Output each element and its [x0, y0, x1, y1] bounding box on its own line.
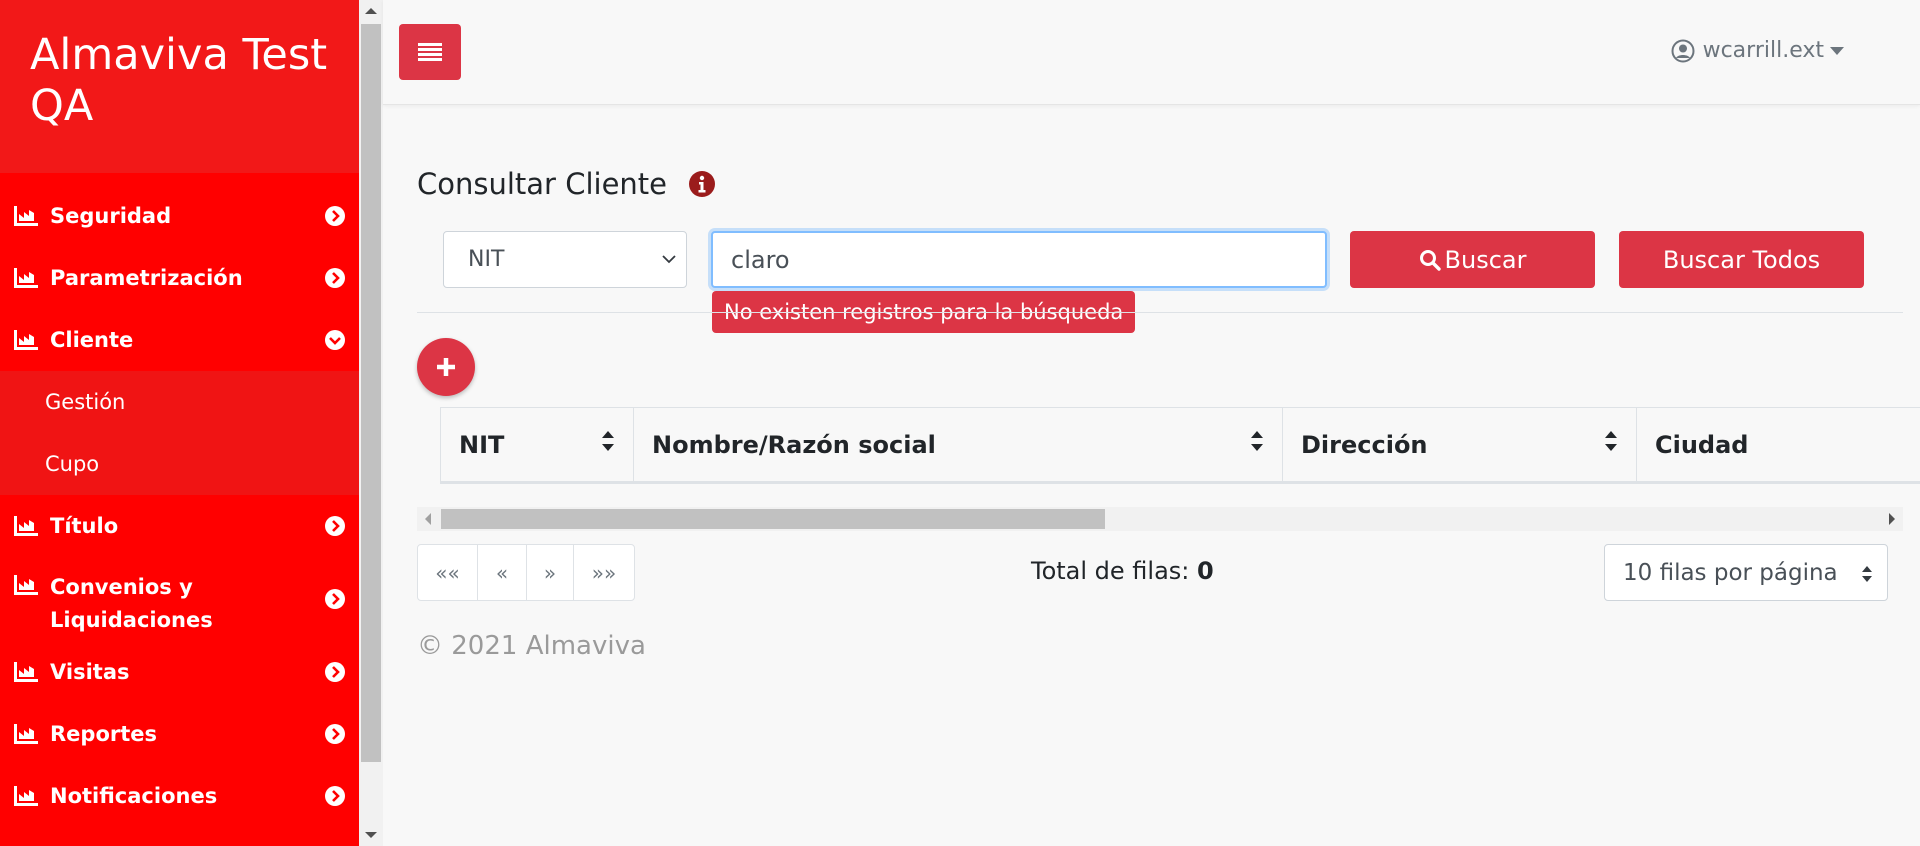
scrollbar-thumb[interactable]	[441, 509, 1105, 529]
plus-icon	[437, 358, 455, 376]
sidebar-item-parametrizacion[interactable]: Parametrización	[0, 247, 359, 309]
rows-per-page-select[interactable]: 10 filas por página	[1604, 544, 1888, 601]
scroll-up-arrow[interactable]	[365, 8, 377, 14]
sidebar-item-cliente[interactable]: Cliente	[0, 309, 359, 371]
chevron-right-icon	[325, 206, 345, 226]
total-rows-value: 0	[1197, 557, 1214, 585]
sidebar-item-label: Visitas	[50, 659, 130, 684]
clients-table: NIT Nombre/Razón social Dirección Ciudad	[440, 407, 1920, 484]
sidebar: Almaviva Test QA Seguridad Parametrizaci…	[0, 0, 359, 846]
chevron-right-icon	[325, 662, 345, 682]
next-page-button[interactable]: »	[526, 545, 573, 600]
search-type-select[interactable]: NIT	[443, 231, 687, 288]
chevron-right-icon	[325, 516, 345, 536]
main-content: Consultar Cliente NIT claro No existen r…	[383, 105, 1920, 846]
column-header-nombre[interactable]: Nombre/Razón social	[633, 408, 1282, 481]
chevron-right-icon	[325, 589, 345, 609]
chevron-right-icon	[325, 268, 345, 288]
chart-icon	[14, 516, 38, 536]
brand-title[interactable]: Almaviva Test QA	[0, 0, 359, 173]
sort-icon	[602, 431, 614, 451]
info-icon[interactable]	[689, 171, 715, 197]
sidebar-item-label: Parametrización	[50, 265, 243, 290]
submenu-cliente: Gestión Cupo	[0, 371, 359, 495]
sidebar-item-seguridad[interactable]: Seguridad	[0, 185, 359, 247]
chart-icon	[14, 786, 38, 806]
pagination: «« « » »»	[417, 544, 635, 601]
table-horizontal-scrollbar[interactable]	[417, 507, 1903, 531]
chart-icon	[14, 206, 38, 226]
scroll-right-arrow[interactable]	[1889, 513, 1895, 525]
column-header-direccion[interactable]: Dirección	[1282, 408, 1636, 481]
column-header-label: Nombre/Razón social	[652, 430, 936, 459]
scroll-down-arrow[interactable]	[365, 832, 377, 838]
sidebar-item-titulo[interactable]: Título	[0, 495, 359, 557]
select-arrows-icon	[1862, 566, 1872, 582]
footer-copyright: © 2021 Almaviva	[417, 631, 646, 661]
menu-toggle-button[interactable]	[399, 24, 461, 80]
scroll-left-arrow[interactable]	[425, 513, 431, 525]
last-page-button[interactable]: »»	[573, 545, 634, 600]
column-header-label: NIT	[459, 430, 505, 459]
sidebar-item-label: Título	[50, 513, 119, 538]
page-title-text: Consultar Cliente	[417, 167, 667, 201]
sort-icon	[1251, 431, 1263, 451]
search-button-label: Buscar	[1444, 245, 1527, 274]
sidebar-item-label: Cliente	[50, 327, 134, 352]
top-navbar: wcarrill.ext	[383, 0, 1920, 105]
sort-icon	[1605, 431, 1617, 451]
rows-per-page-value: 10 filas por página	[1623, 559, 1838, 586]
page-title: Consultar Cliente	[417, 167, 715, 201]
sidebar-item-label: Seguridad	[50, 203, 172, 228]
search-button[interactable]: Buscar	[1350, 231, 1595, 288]
user-circle-icon	[1671, 39, 1695, 62]
sidebar-subitem-cupo[interactable]: Cupo	[0, 433, 359, 495]
chart-icon	[14, 330, 38, 350]
divider	[417, 312, 1903, 313]
search-input-value: claro	[731, 245, 790, 274]
caret-down-icon	[1830, 46, 1844, 55]
sidebar-item-visitas[interactable]: Visitas	[0, 641, 359, 703]
sidebar-subitem-gestion[interactable]: Gestión	[0, 371, 359, 433]
add-client-button[interactable]	[417, 338, 475, 396]
total-rows: Total de filas: 0	[1031, 557, 1214, 585]
user-name: wcarrill.ext	[1702, 38, 1824, 63]
sidebar-menu: Seguridad Parametrización Cliente Gestió…	[0, 185, 359, 827]
user-menu[interactable]: wcarrill.ext	[1671, 38, 1844, 63]
hamburger-icon	[418, 43, 442, 63]
column-header-ciudad[interactable]: Ciudad	[1636, 408, 1920, 481]
sidebar-item-label: Notificaciones	[50, 783, 218, 808]
chart-icon	[14, 662, 38, 682]
sidebar-item-convenios[interactable]: Convenios y Liquidaciones	[0, 557, 359, 641]
scrollbar-thumb[interactable]	[361, 24, 381, 762]
sidebar-scrollbar[interactable]	[359, 0, 383, 846]
column-header-nit[interactable]: NIT	[440, 408, 633, 481]
chart-icon	[14, 268, 38, 288]
chevron-right-icon	[325, 724, 345, 744]
chevron-down-icon	[662, 255, 676, 264]
total-rows-label: Total de filas:	[1031, 557, 1190, 585]
first-page-button[interactable]: ««	[418, 545, 477, 600]
search-input[interactable]: claro	[711, 231, 1327, 288]
sidebar-item-notificaciones[interactable]: Notificaciones	[0, 765, 359, 827]
sidebar-item-label: Reportes	[50, 721, 158, 746]
column-header-label: Dirección	[1301, 430, 1428, 459]
chevron-right-icon	[325, 786, 345, 806]
search-icon	[1419, 249, 1441, 271]
sidebar-item-label: Convenios y Liquidaciones	[50, 575, 213, 632]
chart-icon	[14, 724, 38, 744]
prev-page-button[interactable]: «	[477, 545, 526, 600]
chevron-down-icon	[325, 330, 345, 350]
search-all-button[interactable]: Buscar Todos	[1619, 231, 1864, 288]
search-type-value: NIT	[468, 247, 505, 272]
column-header-label: Ciudad	[1655, 430, 1749, 459]
sidebar-item-reportes[interactable]: Reportes	[0, 703, 359, 765]
